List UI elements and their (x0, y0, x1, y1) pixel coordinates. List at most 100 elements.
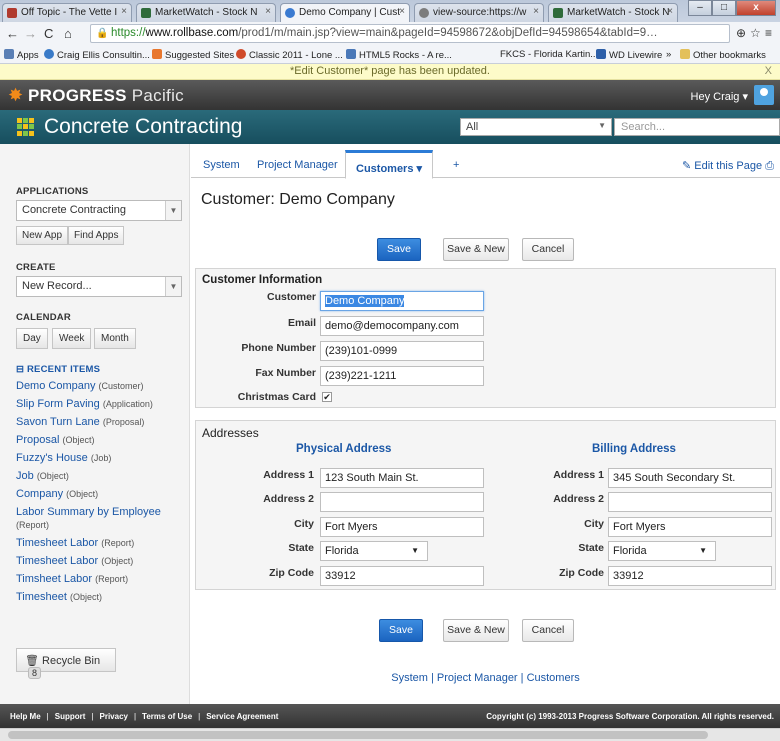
close-window-icon[interactable]: x (736, 0, 776, 16)
support-link[interactable]: Support (55, 712, 86, 721)
application-select[interactable]: Concrete Contracting ▼ (16, 200, 182, 221)
fax-field[interactable]: (239)221-1211 (320, 366, 484, 386)
search-filter-select[interactable]: All ▼ (460, 118, 612, 136)
bookmark-apps[interactable]: Apps (4, 49, 39, 61)
maximize-icon[interactable]: □ (712, 0, 736, 16)
bookmark-item[interactable]: Classic 2011 - Lone ... (236, 49, 343, 61)
privacy-link[interactable]: Privacy (100, 712, 128, 721)
close-tab-icon[interactable]: × (533, 6, 539, 17)
phone-field[interactable]: (239)101-0999 (320, 341, 484, 361)
recent-item[interactable]: Savon Turn Lane (Proposal) (16, 416, 188, 429)
avatar[interactable] (754, 85, 774, 105)
close-tab-icon[interactable]: × (265, 6, 271, 17)
help-me-link[interactable]: Help Me (10, 712, 41, 721)
physical-zip-field[interactable]: 33912 (320, 566, 484, 586)
lock-icon: 🔒 (96, 28, 109, 39)
browser-tab[interactable]: MarketWatch - Stock N × (136, 3, 276, 22)
recycle-bin-button[interactable]: 🗑 Recycle Bin 8 (16, 648, 116, 679)
new-app-button[interactable]: New App (16, 226, 69, 245)
billing-address1-field[interactable]: 345 South Secondary St. (608, 468, 772, 488)
recent-item[interactable]: Company (Object) (16, 488, 188, 501)
save-new-button-bottom[interactable]: Save & New (443, 619, 509, 642)
new-record-select[interactable]: New Record... ▼ (16, 276, 182, 297)
service-agreement-link[interactable]: Service Agreement (206, 712, 278, 721)
menu-icon[interactable]: ≡ (765, 26, 772, 40)
breadcrumb-footer-links[interactable]: System | Project Manager | Customers (191, 672, 780, 684)
cancel-button-bottom[interactable]: Cancel (522, 619, 574, 642)
physical-state-select[interactable]: Florida ▼ (320, 541, 428, 561)
recent-item[interactable]: Proposal (Object) (16, 434, 188, 447)
calendar-day-button[interactable]: Day (16, 328, 48, 349)
user-menu[interactable]: Hey Craig ▾ (691, 90, 748, 103)
bookmark-folder[interactable]: Other bookmarks (680, 49, 766, 61)
recent-item[interactable]: Demo Company (Customer) (16, 380, 188, 393)
recent-item[interactable]: Fuzzy's House (Job) (16, 452, 188, 465)
bookmark-item[interactable]: Suggested Sites (152, 49, 234, 61)
tab-system[interactable]: System (203, 159, 240, 171)
url-input[interactable]: 🔒 https://www.rollbase.com/prod1/m/main.… (90, 24, 730, 43)
recent-item[interactable]: Timesheet Labor (Object) (16, 555, 188, 568)
favicon-icon (7, 8, 17, 18)
favicon-icon (285, 8, 295, 18)
bookmark-item[interactable]: WD Livewire (596, 49, 662, 61)
recent-item[interactable]: Timsheet Labor (Report) (16, 573, 188, 586)
billing-city-field[interactable]: Fort Myers (608, 517, 772, 537)
recent-item[interactable]: Labor Summary by Employee (Report) (16, 506, 188, 532)
add-tab-button[interactable]: + (453, 159, 459, 171)
bookmark-item[interactable]: Craig Ellis Consultin... (44, 49, 150, 61)
recent-item[interactable]: Timesheet Labor (Report) (16, 537, 188, 550)
find-apps-button[interactable]: Find Apps (68, 226, 125, 245)
close-tab-icon[interactable]: × (121, 6, 127, 17)
recent-item[interactable]: Slip Form Paving (Application) (16, 398, 188, 411)
window-controls: – □ x (688, 0, 776, 16)
bookmark-item[interactable]: FKCS - Florida Kartin... (500, 49, 598, 60)
print-icon[interactable]: ⎙ (765, 160, 774, 172)
home-icon[interactable]: ⌂ (64, 26, 72, 41)
billing-state-select[interactable]: Florida ▼ (608, 541, 716, 561)
close-tab-icon[interactable]: × (399, 6, 405, 17)
addresses-heading: Addresses (202, 426, 259, 440)
search-input[interactable]: Search... (614, 118, 780, 136)
zoom-icon[interactable]: ⊕ (736, 26, 746, 40)
browser-tab[interactable]: view-source:https://w × (414, 3, 544, 22)
billing-address2-field[interactable] (608, 492, 772, 512)
physical-address2-field[interactable] (320, 492, 484, 512)
tab-customers[interactable]: Customers ▾ (345, 150, 434, 179)
save-button-bottom[interactable]: Save (379, 619, 423, 642)
christmas-card-checkbox[interactable]: ✔ (322, 392, 332, 402)
forward-icon[interactable]: → (24, 26, 37, 41)
browser-tab[interactable]: Off Topic - The Vette I × (2, 3, 132, 22)
customer-field[interactable]: Demo Company (320, 291, 484, 311)
bookmark-item[interactable]: HTML5 Rocks - A re... (346, 49, 452, 61)
edit-page-link[interactable]: ✎ Edit this Page ⎙ (682, 159, 774, 173)
save-new-button[interactable]: Save & New (443, 238, 509, 261)
save-button[interactable]: Save (377, 238, 421, 261)
email-field[interactable]: demo@democompany.com (320, 316, 484, 336)
physical-address1-field[interactable]: 123 South Main St. (320, 468, 484, 488)
back-icon[interactable]: ← (6, 26, 19, 41)
tab-project-manager[interactable]: Project Manager (257, 159, 338, 171)
browser-tab[interactable]: MarketWatch - Stock N × (548, 3, 678, 22)
fax-label: Fax Number (255, 367, 316, 379)
close-tab-icon[interactable]: × (667, 6, 673, 17)
recent-item[interactable]: Job (Object) (16, 470, 188, 483)
city-label: City (294, 518, 314, 530)
close-notice-icon[interactable]: X (765, 64, 772, 79)
terms-link[interactable]: Terms of Use (142, 712, 192, 721)
recent-item[interactable]: Timesheet (Object) (16, 591, 188, 604)
calendar-week-button[interactable]: Week (52, 328, 92, 349)
horizontal-scrollbar[interactable] (0, 728, 780, 741)
browser-tab-active[interactable]: Demo Company | Cust × (280, 3, 410, 23)
calendar-month-button[interactable]: Month (94, 328, 136, 349)
bookmarks-more[interactable]: » (666, 49, 671, 60)
scrollbar-thumb[interactable] (8, 731, 708, 739)
update-notice: *Edit Customer* page has been updated. X (0, 64, 780, 80)
copyright-text: Copyright (c) 1993-2013 Progress Softwar… (486, 712, 774, 721)
minimize-icon[interactable]: – (688, 0, 712, 16)
reload-icon[interactable]: C (44, 26, 53, 41)
cancel-button[interactable]: Cancel (522, 238, 574, 261)
recent-items-heading[interactable]: ⊟ RECENT ITEMS (16, 364, 100, 375)
billing-zip-field[interactable]: 33912 (608, 566, 772, 586)
star-icon[interactable]: ☆ (750, 26, 761, 40)
physical-city-field[interactable]: Fort Myers (320, 517, 484, 537)
